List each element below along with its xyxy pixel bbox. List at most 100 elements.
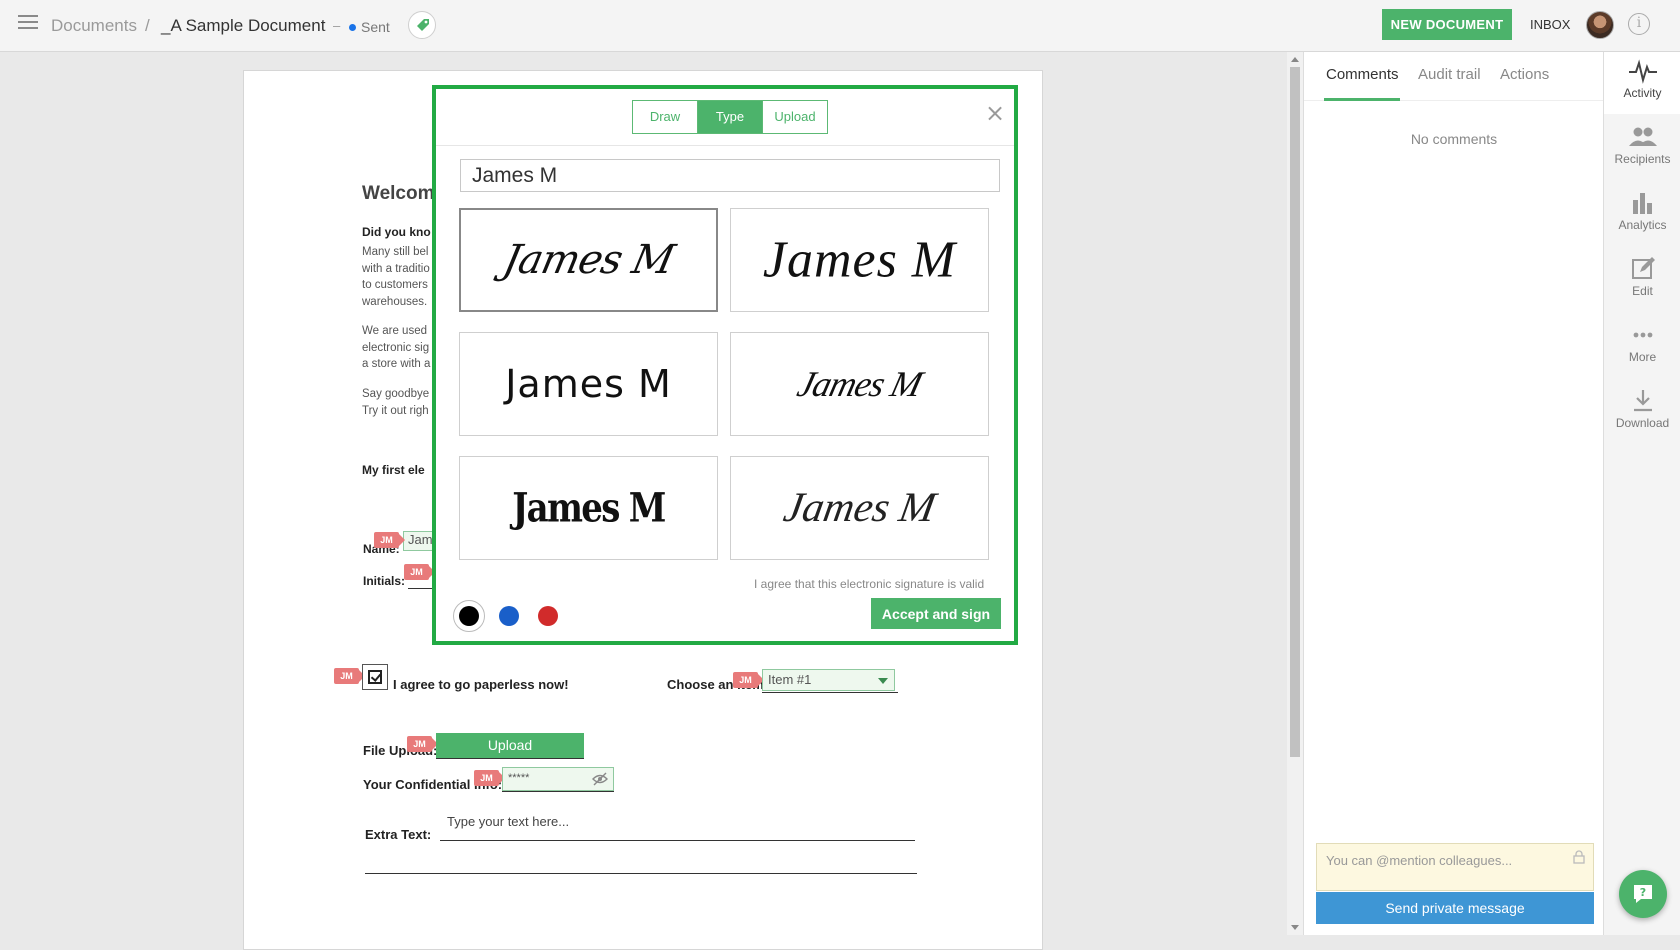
signature-preview: James M [762, 231, 957, 289]
sidebar-item-edit[interactable]: Edit [1604, 250, 1680, 312]
signature-name-input[interactable] [460, 159, 1000, 192]
text-line: We are used [362, 325, 427, 337]
text-line: Say goodbye [362, 388, 430, 400]
doc-heading: Welcom [362, 183, 435, 204]
status-dot-icon [349, 24, 356, 31]
scrollbar-thumb[interactable] [1290, 67, 1300, 757]
select-line [762, 692, 898, 693]
signature-preview: James M [505, 362, 672, 406]
eye-off-icon[interactable] [592, 772, 608, 786]
status-dash: – [333, 18, 341, 33]
sidebar-item-label: Analytics [1618, 218, 1667, 232]
tag-icon[interactable] [408, 11, 436, 39]
checkbox-label: I agree to go paperless now! [393, 677, 569, 692]
signature-option[interactable]: James M [730, 332, 989, 436]
signature-option[interactable]: James M [459, 456, 718, 560]
doc-paragraph-3: Say goodbye Try it out righ [362, 386, 429, 419]
signature-option[interactable]: James M [730, 208, 989, 312]
initials-label: Initials: [363, 574, 406, 588]
avatar[interactable] [1586, 11, 1614, 39]
color-black-swatch[interactable] [459, 606, 479, 626]
tab-type[interactable]: Type [697, 101, 762, 133]
send-private-message-button[interactable]: Send private message [1316, 892, 1594, 924]
text-line: with a traditio [362, 262, 430, 275]
status-badge: Sent [361, 19, 390, 35]
extra-text-label: Extra Text: [365, 827, 432, 842]
info-icon[interactable]: i [1628, 13, 1650, 35]
text-line: Try it out righ [362, 404, 429, 417]
top-bar: Documents / _A Sample Document – Sent NE… [0, 0, 1680, 52]
signature-option[interactable]: James M [459, 208, 718, 312]
confidential-field[interactable]: ***** [502, 767, 614, 791]
item-select[interactable]: Item #1 [762, 669, 895, 691]
paperless-checkbox[interactable] [362, 664, 388, 690]
comment-placeholder: You can @mention colleagues... [1326, 853, 1513, 868]
recipient-tag: JM [334, 668, 365, 684]
recipients-icon [1628, 127, 1657, 146]
tab-audit-trail[interactable]: Audit trail [1418, 66, 1481, 83]
doc-section-heading: My first ele [362, 463, 425, 477]
document-title: _A Sample Document [161, 16, 326, 35]
scroll-up-icon[interactable] [1291, 57, 1299, 62]
breadcrumb-documents[interactable]: Documents [51, 16, 137, 36]
more-icon [1633, 332, 1652, 338]
tab-draw[interactable]: Draw [633, 101, 697, 133]
chevron-down-icon [878, 678, 888, 684]
svg-text:?: ? [1640, 886, 1646, 899]
help-chat-button[interactable]: ? [1619, 870, 1667, 918]
doc-subheading: Did you kno [362, 225, 431, 239]
download-icon [1633, 390, 1652, 412]
upload-button[interactable]: Upload [436, 733, 584, 758]
inbox-link[interactable]: INBOX [1530, 17, 1570, 32]
recipient-tag: JM [474, 770, 505, 786]
color-blue-swatch[interactable] [499, 606, 519, 626]
menu-icon[interactable] [18, 15, 38, 31]
recipient-tag: JM [407, 736, 438, 752]
right-sidebar: Activity Recipients Analytics Edit More … [1603, 52, 1680, 935]
initials-line [408, 588, 434, 589]
sidebar-item-download[interactable]: Download [1604, 382, 1680, 444]
text-line: a store with a [362, 358, 431, 370]
activity-icon [1628, 59, 1657, 84]
sidebar-item-label: Activity [1623, 86, 1662, 100]
signature-modal: Draw Type Upload × James M James M James… [432, 85, 1018, 645]
recipient-tag: JM [374, 532, 405, 548]
analytics-icon [1632, 193, 1652, 214]
confidential-line [502, 791, 614, 792]
name-field[interactable]: Jam [403, 531, 433, 551]
signature-mode-tabs: Draw Type Upload [632, 100, 828, 134]
text-line: warehouses. [362, 295, 428, 308]
color-red-swatch[interactable] [538, 606, 558, 626]
close-icon[interactable]: × [985, 101, 1005, 125]
extra-line-2 [365, 873, 917, 874]
new-document-button[interactable]: NEW DOCUMENT [1382, 9, 1512, 40]
check-icon [368, 670, 382, 684]
tab-actions[interactable]: Actions [1500, 66, 1549, 83]
signature-preview: James M [499, 237, 678, 283]
tab-comments[interactable]: Comments [1326, 66, 1399, 83]
extra-line-1 [440, 840, 915, 841]
sidebar-item-activity[interactable]: Activity [1604, 52, 1680, 114]
comment-input[interactable]: You can @mention colleagues... [1316, 843, 1594, 891]
accept-and-sign-button[interactable]: Accept and sign [871, 598, 1001, 629]
lock-icon [1573, 850, 1585, 864]
signature-preview: James M [512, 484, 666, 532]
signature-preview: James M [780, 485, 939, 531]
document-scrollbar[interactable] [1287, 52, 1303, 935]
signature-option[interactable]: James M [459, 332, 718, 436]
agreement-text: I agree that this electronic signature i… [754, 577, 985, 591]
sidebar-item-analytics[interactable]: Analytics [1604, 184, 1680, 246]
scroll-down-icon[interactable] [1291, 925, 1299, 930]
sidebar-item-label: Edit [1632, 284, 1653, 298]
active-tab-indicator [1324, 98, 1400, 101]
upload-line [436, 758, 584, 759]
modal-divider [436, 145, 1014, 146]
item-select-value: Item #1 [768, 672, 812, 687]
confidential-value: ***** [508, 772, 530, 784]
tab-upload[interactable]: Upload [762, 101, 827, 133]
sidebar-item-recipients[interactable]: Recipients [1604, 118, 1680, 180]
sidebar-item-more[interactable]: More [1604, 316, 1680, 378]
text-line: to customers [362, 279, 428, 291]
signature-option[interactable]: James M [730, 456, 989, 560]
extra-text-field[interactable]: Type your text here... [447, 814, 569, 829]
